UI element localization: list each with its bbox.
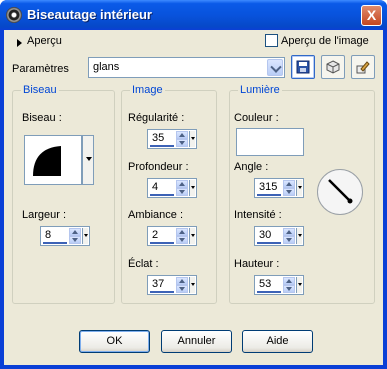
close-button[interactable]: X bbox=[361, 5, 382, 26]
light-group-title: Lumière bbox=[238, 84, 282, 96]
reset-preset-button[interactable] bbox=[351, 55, 375, 79]
angle-slider-popup[interactable] bbox=[296, 180, 302, 196]
ok-button[interactable]: OK bbox=[79, 330, 150, 353]
help-button[interactable]: Aide bbox=[242, 330, 313, 353]
title-bar[interactable]: Biseautage intérieur X bbox=[0, 0, 387, 30]
angle-spin-buttons[interactable] bbox=[283, 180, 295, 196]
width-slider-popup[interactable] bbox=[82, 228, 88, 244]
cube-icon bbox=[326, 60, 340, 74]
spin-up-icon[interactable] bbox=[176, 131, 188, 139]
depth-level-bar bbox=[150, 194, 174, 196]
width-spin-buttons[interactable] bbox=[69, 228, 81, 244]
elevation-level-bar bbox=[257, 291, 281, 293]
bevel-shape-preview[interactable] bbox=[24, 135, 82, 185]
depth-spinbox[interactable]: 4 bbox=[147, 178, 197, 198]
pencil-icon bbox=[356, 61, 370, 74]
angle-dial-needle-icon bbox=[328, 179, 353, 204]
intensity-spinbox[interactable]: 30 bbox=[254, 226, 304, 246]
angle-spinbox[interactable]: 315 bbox=[254, 178, 304, 198]
depth-value: 4 bbox=[152, 181, 159, 193]
width-level-bar bbox=[43, 242, 67, 244]
ambience-level-bar bbox=[150, 242, 174, 244]
intensity-label: Intensité : bbox=[234, 209, 282, 221]
spin-up-icon[interactable] bbox=[283, 180, 295, 188]
light-color-swatch[interactable] bbox=[236, 128, 304, 156]
width-value: 8 bbox=[45, 229, 52, 241]
spin-down-icon[interactable] bbox=[283, 188, 295, 196]
ambience-value: 2 bbox=[152, 229, 159, 241]
angle-dial[interactable] bbox=[317, 169, 363, 215]
preview-toggle-label[interactable]: Aperçu bbox=[27, 35, 62, 47]
angle-value: 315 bbox=[259, 181, 278, 193]
shine-value: 37 bbox=[152, 278, 165, 290]
depth-spin-buttons[interactable] bbox=[176, 180, 188, 196]
ambience-spinbox[interactable]: 2 bbox=[147, 226, 197, 246]
angle-level-bar bbox=[257, 194, 281, 196]
ambience-slider-popup[interactable] bbox=[189, 228, 195, 244]
spin-down-icon[interactable] bbox=[176, 236, 188, 244]
bevel-group-title: Biseau bbox=[21, 84, 59, 96]
smoothness-spinbox[interactable]: 35 bbox=[147, 129, 197, 149]
shine-slider-popup[interactable] bbox=[189, 277, 195, 293]
depth-label: Profondeur : bbox=[128, 161, 189, 173]
smoothness-level-bar bbox=[150, 145, 174, 147]
shine-label: Éclat : bbox=[128, 258, 159, 270]
window-title: Biseautage intérieur bbox=[27, 7, 152, 22]
spin-down-icon[interactable] bbox=[176, 285, 188, 293]
chevron-down-icon[interactable] bbox=[267, 59, 283, 76]
intensity-slider-popup[interactable] bbox=[296, 228, 302, 244]
ambience-spin-buttons[interactable] bbox=[176, 228, 188, 244]
shine-spinbox[interactable]: 37 bbox=[147, 275, 197, 295]
image-preview-checkbox[interactable] bbox=[265, 34, 278, 47]
elevation-slider-popup[interactable] bbox=[296, 277, 302, 293]
width-spinbox[interactable]: 8 bbox=[40, 226, 90, 246]
spin-up-icon[interactable] bbox=[176, 277, 188, 285]
elevation-value: 53 bbox=[259, 278, 272, 290]
triangle-right-icon[interactable] bbox=[17, 39, 22, 47]
smoothness-slider-popup[interactable] bbox=[189, 131, 195, 147]
elevation-label: Hauteur : bbox=[234, 258, 280, 270]
preset-value: glans bbox=[93, 61, 120, 73]
intensity-level-bar bbox=[257, 242, 281, 244]
ambience-label: Ambiance : bbox=[128, 209, 184, 221]
intensity-spin-buttons[interactable] bbox=[283, 228, 295, 244]
image-group-title: Image bbox=[130, 84, 165, 96]
dialog-body: Aperçu Aperçu de l'image Paramètres glan… bbox=[4, 30, 383, 365]
spin-up-icon[interactable] bbox=[69, 228, 81, 236]
width-label: Largeur : bbox=[22, 209, 67, 221]
spin-up-icon[interactable] bbox=[283, 228, 295, 236]
elevation-spinbox[interactable]: 53 bbox=[254, 275, 304, 295]
spin-up-icon[interactable] bbox=[283, 277, 295, 285]
smoothness-label: Régularité : bbox=[128, 112, 185, 124]
preset-combobox[interactable]: glans bbox=[88, 57, 285, 78]
spin-down-icon[interactable] bbox=[176, 188, 188, 196]
elevation-spin-buttons[interactable] bbox=[283, 277, 295, 293]
spin-down-icon[interactable] bbox=[69, 236, 81, 244]
params-label: Paramètres bbox=[12, 63, 69, 75]
bevel-shape-label: Biseau : bbox=[22, 112, 62, 124]
manage-presets-button[interactable] bbox=[321, 55, 345, 79]
app-icon bbox=[6, 7, 22, 23]
smoothness-value: 35 bbox=[152, 132, 165, 144]
spin-down-icon[interactable] bbox=[176, 139, 188, 147]
color-label: Couleur : bbox=[234, 112, 279, 124]
shine-level-bar bbox=[150, 291, 174, 293]
dialog-window: Biseautage intérieur X Aperçu Aperçu de … bbox=[0, 0, 387, 369]
spin-down-icon[interactable] bbox=[283, 236, 295, 244]
angle-label: Angle : bbox=[234, 161, 269, 173]
shine-spin-buttons[interactable] bbox=[176, 277, 188, 293]
floppy-disk-icon bbox=[296, 60, 310, 74]
image-preview-label: Aperçu de l'image bbox=[281, 35, 369, 47]
save-preset-button[interactable] bbox=[291, 55, 315, 79]
bevel-shape-icon bbox=[33, 146, 61, 176]
spin-up-icon[interactable] bbox=[176, 228, 188, 236]
spin-down-icon[interactable] bbox=[283, 285, 295, 293]
depth-slider-popup[interactable] bbox=[189, 180, 195, 196]
cancel-button[interactable]: Annuler bbox=[161, 330, 232, 353]
smoothness-spin-buttons[interactable] bbox=[176, 131, 188, 147]
bevel-shape-dropdown[interactable] bbox=[82, 135, 94, 185]
intensity-value: 30 bbox=[259, 229, 272, 241]
spin-up-icon[interactable] bbox=[176, 180, 188, 188]
